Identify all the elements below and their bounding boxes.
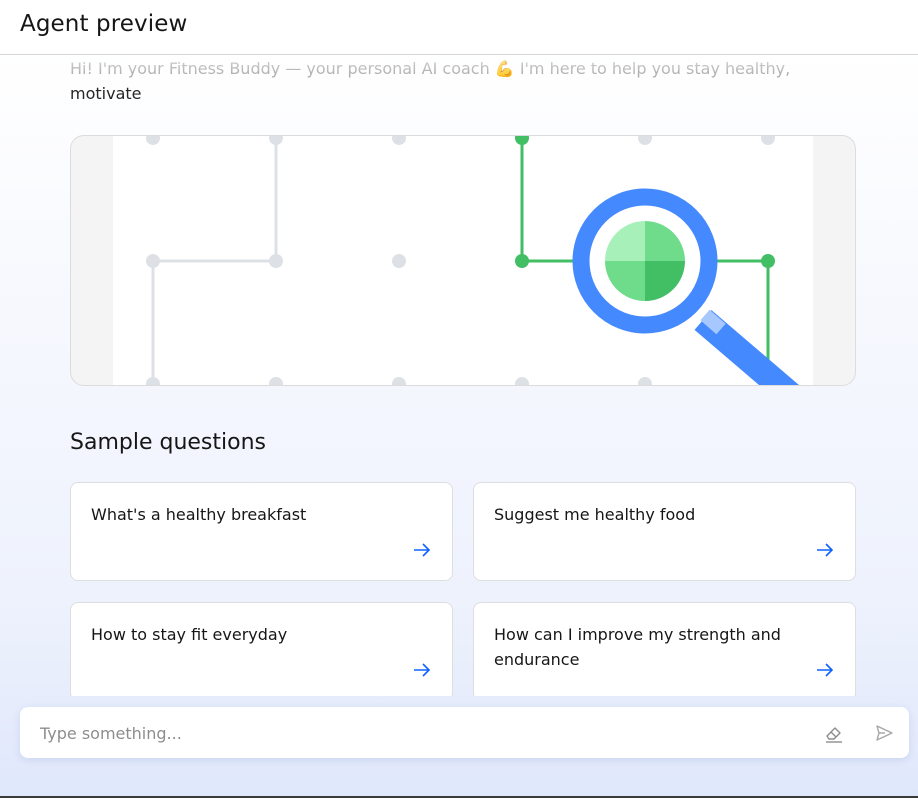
page-title: Agent preview [20,11,188,37]
chat-input-bar [20,707,909,758]
send-icon[interactable] [873,722,895,744]
agent-illustration [70,135,856,386]
sample-question-text: Suggest me healthy food [494,505,696,524]
sample-question-card[interactable]: How to stay fit everyday [70,602,453,696]
greeting-message: Hi! I'm your Fitness Buddy — your person… [70,56,860,106]
arrow-right-icon [414,543,431,557]
sample-question-text: How to stay fit everyday [91,625,288,644]
sample-questions-title: Sample questions [70,430,266,455]
chat-input[interactable] [40,721,800,745]
sample-question-card[interactable]: How can I improve my strength and endura… [473,602,856,696]
arrow-right-icon [817,543,834,557]
sample-question-text: What's a healthy breakfast [91,505,307,524]
chat-scroll-area[interactable]: Hi! I'm your Fitness Buddy — your person… [0,56,918,696]
sample-question-card[interactable]: What's a healthy breakfast [70,482,453,581]
greeting-line-2: motivate [70,84,142,103]
arrow-right-icon [817,663,834,677]
header-bar: Agent preview [0,0,918,55]
greeting-line-1: Hi! I'm your Fitness Buddy — your person… [70,59,791,78]
eraser-icon[interactable] [823,722,845,744]
sample-question-text: How can I improve my strength and endura… [494,625,781,669]
magnifying-glass-over-network-icon [113,136,813,385]
arrow-right-icon [414,663,431,677]
sample-question-card[interactable]: Suggest me healthy food [473,482,856,581]
